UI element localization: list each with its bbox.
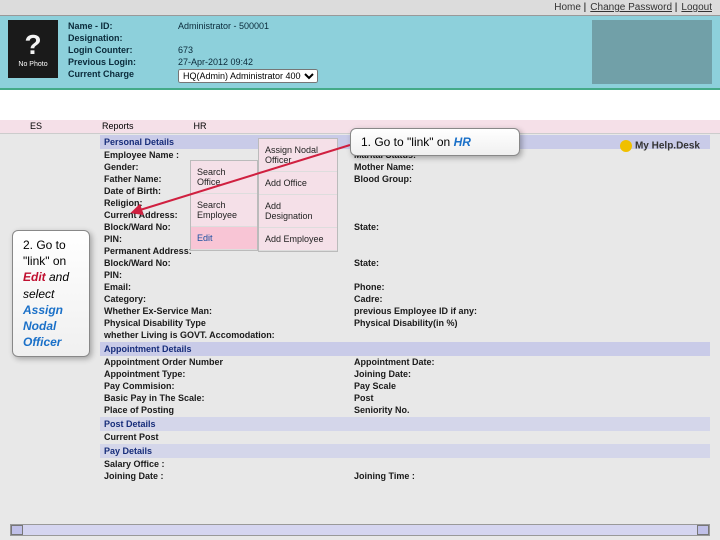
previous-login-label: Previous Login: [68, 56, 178, 68]
blood-group-label: Blood Group: [354, 174, 554, 184]
my-helpdesk-link[interactable]: My Help.Desk [620, 140, 700, 152]
previous-login-value: 27-Apr-2012 09:42 [178, 56, 378, 68]
govt-accommodation-label: whether Living is GOVT. Accomodation: [104, 330, 354, 340]
header-banner-image [592, 20, 712, 84]
appointment-date-label: Appointment Date: [354, 357, 554, 367]
pay-scale-label: Pay Scale [354, 381, 554, 391]
appointment-type-label: Appointment Type: [104, 369, 354, 379]
post-label: Post [354, 393, 554, 403]
content-area: Personal Details Employee Name :Marital … [0, 135, 720, 482]
no-photo-label: No Photo [18, 61, 47, 68]
home-link[interactable]: Home [554, 2, 581, 13]
logout-link[interactable]: Logout [681, 2, 712, 13]
email-label: Email: [104, 282, 354, 292]
change-password-link[interactable]: Change Password [590, 2, 672, 13]
seniority-no-label: Seniority No. [354, 405, 554, 415]
disability-type-label: Physical Disability Type [104, 318, 354, 328]
menu-edit[interactable]: Edit [191, 227, 257, 250]
callout-hr-text: HR [454, 135, 471, 149]
callout-assign-text: Assign Nodal Officer [23, 303, 63, 349]
tab-reports[interactable]: Reports [72, 120, 164, 133]
pin-2-label: PIN: [104, 270, 354, 280]
category-label: Category: [104, 294, 354, 304]
place-of-posting-label: Place of Posting [104, 405, 354, 415]
callout-edit-text: Edit [23, 270, 46, 284]
login-counter-value: 673 [178, 44, 378, 56]
user-header: ? No Photo Name - ID:Administrator - 500… [0, 16, 720, 90]
current-charge-label: Current Charge [68, 68, 178, 84]
ex-service-label: Whether Ex-Service Man: [104, 306, 354, 316]
current-post-label: Current Post [104, 432, 354, 442]
designation-label: Designation: [68, 32, 178, 44]
section-appointment-details: Appointment Details [100, 342, 710, 356]
section-pay-details: Pay Details [100, 444, 710, 458]
avatar-question-icon: ? [24, 31, 41, 59]
state-2-label: State: [354, 258, 554, 268]
cadre-label: Cadre: [354, 294, 554, 304]
prev-employee-id-label: previous Employee ID if any: [354, 306, 554, 316]
name-id-value: Administrator - 500001 [178, 20, 378, 32]
name-id-label: Name - ID: [68, 20, 178, 32]
designation-value [178, 32, 378, 44]
tab-hr[interactable]: HR [164, 120, 237, 133]
horizontal-scrollbar[interactable] [10, 524, 710, 536]
appointment-order-label: Appointment Order Number [104, 357, 354, 367]
joining-date2-label: Joining Date : [104, 471, 354, 481]
scroll-right-button[interactable] [697, 525, 709, 535]
salary-office-label: Salary Office : [104, 459, 354, 469]
callout-step-2: 2. Go to "link" on Edit and select Assig… [12, 230, 90, 357]
current-charge-select[interactable]: HQ(Admin) Administrator 40000 [178, 69, 318, 83]
top-nav: Home |Change Password |Logout [0, 0, 720, 16]
disability-pct-label: Physical Disability(in %) [354, 318, 554, 328]
callout-step-1: 1. Go to "link" on HR [350, 128, 520, 156]
menu-add-employee[interactable]: Add Employee [259, 228, 337, 251]
pay-commission-label: Pay Commision: [104, 381, 354, 391]
basic-pay-label: Basic Pay in The Scale: [104, 393, 354, 403]
annotation-arrow [130, 140, 360, 220]
joining-time-label: Joining Time : [354, 471, 554, 481]
block-ward-2-label: Block/Ward No: [104, 258, 354, 268]
helpdesk-icon [620, 140, 632, 152]
section-post-details: Post Details [100, 417, 710, 431]
joining-date-label: Joining Date: [354, 369, 554, 379]
tab-es[interactable]: ES [0, 120, 72, 133]
state-1-label: State: [354, 222, 554, 232]
avatar-placeholder: ? No Photo [8, 20, 58, 78]
scroll-left-button[interactable] [11, 525, 23, 535]
mother-name-label: Mother Name: [354, 162, 554, 172]
login-counter-label: Login Counter: [68, 44, 178, 56]
phone-label: Phone: [354, 282, 554, 292]
